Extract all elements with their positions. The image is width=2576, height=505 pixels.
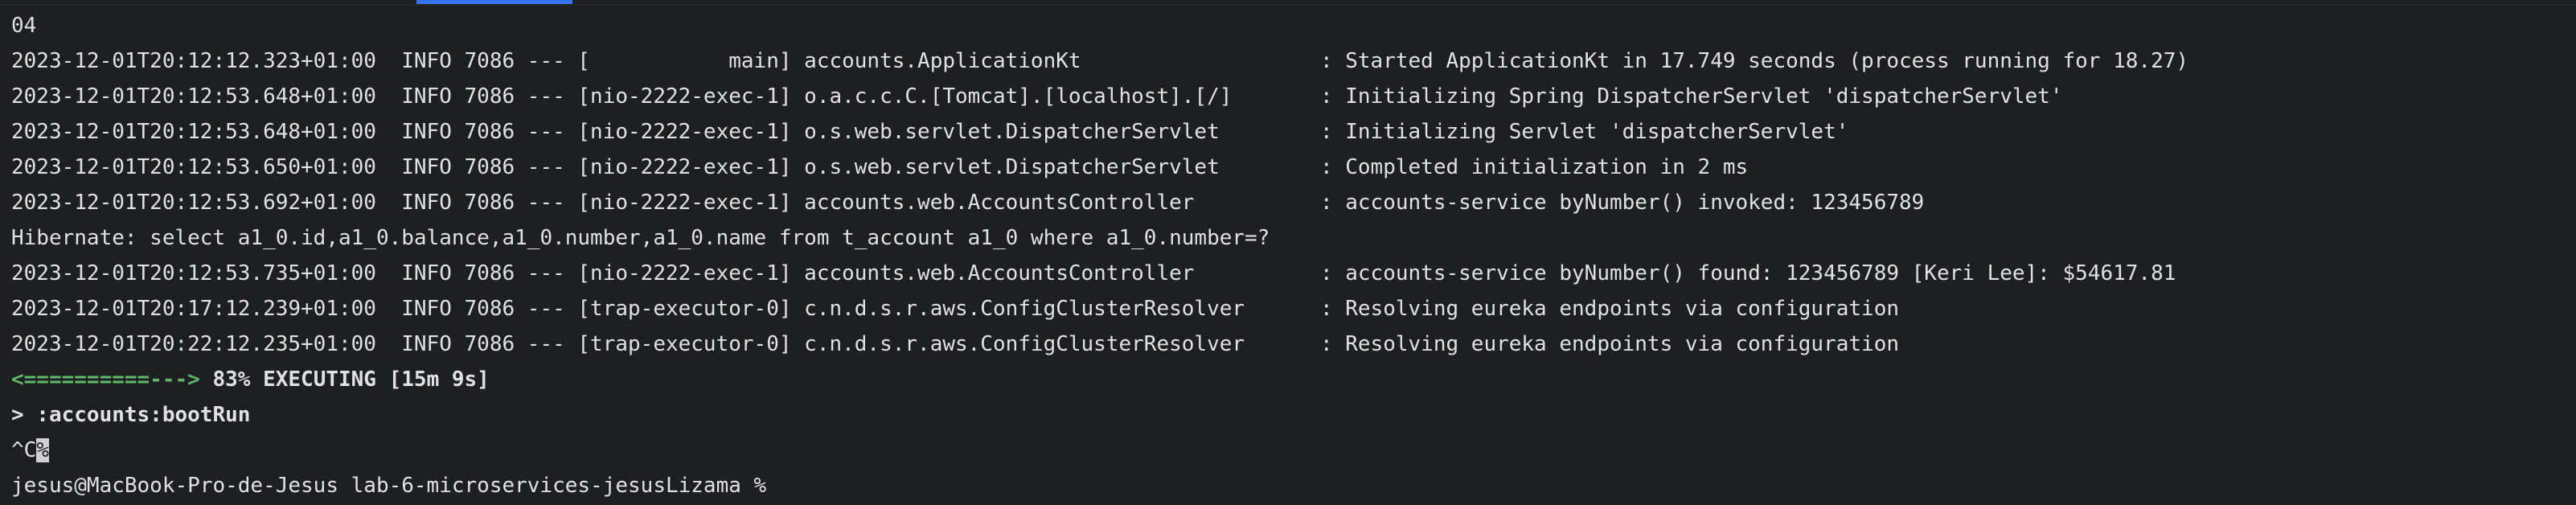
progress-status: 83% EXECUTING [15m 9s] <box>199 367 490 392</box>
log-line: 2023-12-01T20:17:12.239+01:00 INFO 7086 … <box>11 297 1899 321</box>
divider <box>0 4 2576 5</box>
terminal-output: 04 2023-12-01T20:12:12.323+01:00 INFO 70… <box>11 8 2565 503</box>
gradle-progress-line: <==========---> 83% EXECUTING [15m 9s] <box>11 362 2565 397</box>
progress-bar: <==========---> <box>11 367 200 392</box>
cursor-block: % <box>36 438 49 462</box>
log-line: 04 <box>11 14 37 38</box>
log-line: 2023-12-01T20:12:53.692+01:00 INFO 7086 … <box>11 191 1925 215</box>
shell-prompt[interactable]: jesus@MacBook-Pro-de-Jesus lab-6-microse… <box>11 468 2565 503</box>
terminal-window[interactable]: 04 2023-12-01T20:12:12.323+01:00 INFO 70… <box>0 0 2576 505</box>
log-line: Hibernate: select a1_0.id,a1_0.balance,a… <box>11 226 1270 250</box>
log-line: 2023-12-01T20:12:53.650+01:00 INFO 7086 … <box>11 155 1749 179</box>
log-line: 2023-12-01T20:12:53.735+01:00 INFO 7086 … <box>11 261 2176 285</box>
log-line: 2023-12-01T20:12:12.323+01:00 INFO 7086 … <box>11 49 2189 73</box>
log-line: 2023-12-01T20:12:53.648+01:00 INFO 7086 … <box>11 120 1849 144</box>
interrupt-line: ^C% <box>11 433 2565 468</box>
running-task-line: > :accounts:bootRun <box>11 403 251 427</box>
log-line: 2023-12-01T20:22:12.235+01:00 INFO 7086 … <box>11 332 1899 356</box>
interrupt-text: ^C <box>11 438 37 462</box>
log-line: 2023-12-01T20:12:53.648+01:00 INFO 7086 … <box>11 84 2063 109</box>
